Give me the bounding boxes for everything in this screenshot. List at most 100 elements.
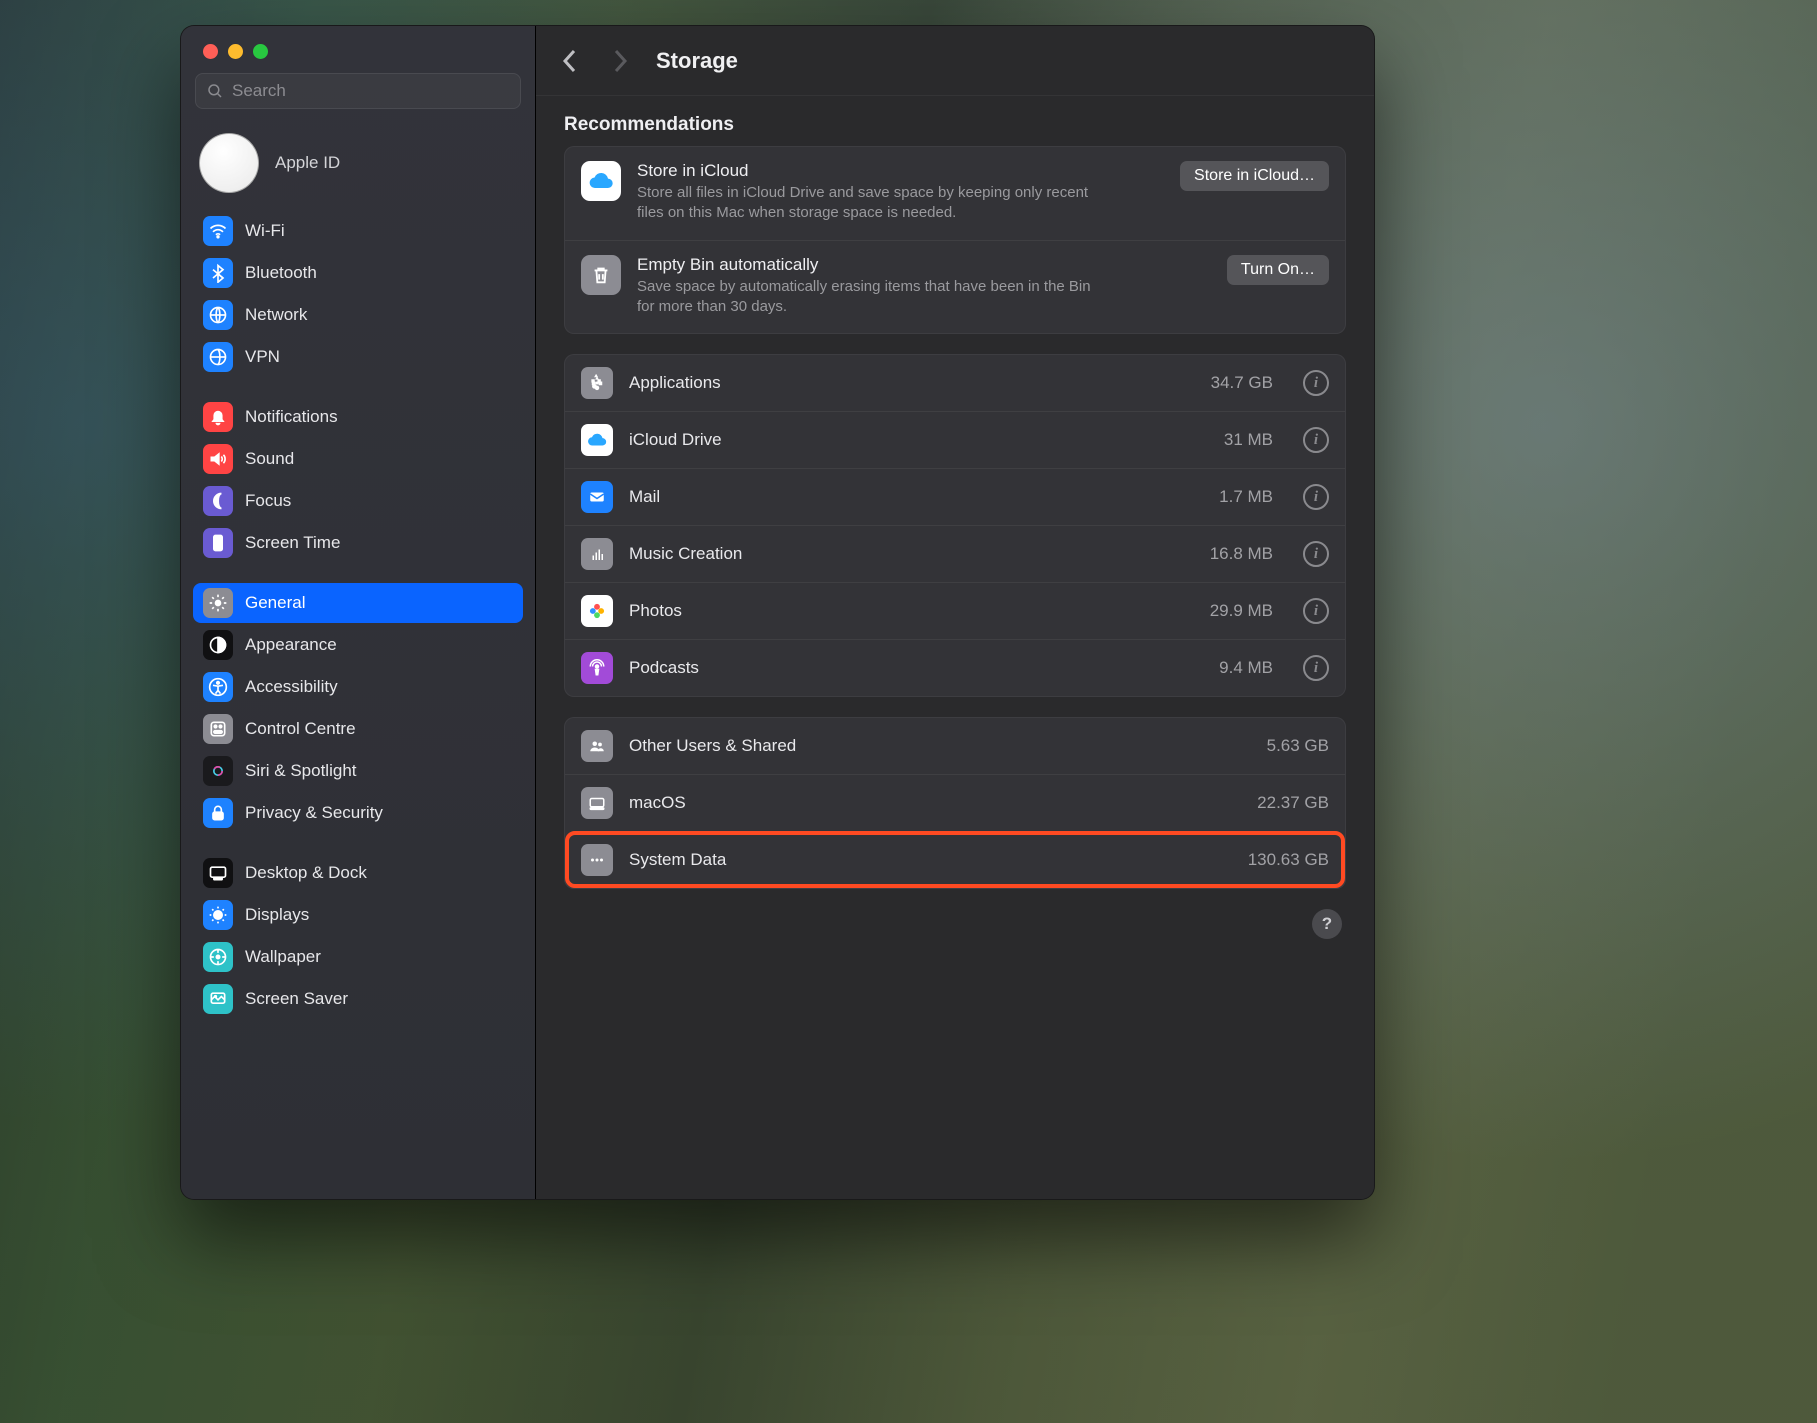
- search-field[interactable]: [195, 73, 521, 109]
- storage-label: iCloud Drive: [629, 430, 722, 450]
- storage-size: 130.63 GB: [1248, 850, 1329, 870]
- avatar: [199, 133, 259, 193]
- screentime-icon: [203, 528, 233, 558]
- sidebar-item-vpn[interactable]: VPN: [193, 337, 523, 377]
- recommendation-action-button[interactable]: Turn On…: [1227, 255, 1329, 285]
- users-icon: [581, 730, 613, 762]
- sidebar-item-focus[interactable]: Focus: [193, 481, 523, 521]
- sidebar-item-network[interactable]: Network: [193, 295, 523, 335]
- wallpaper-icon: [203, 942, 233, 972]
- apple-id-account[interactable]: Apple ID: [181, 119, 535, 211]
- storage-label: Podcasts: [629, 658, 699, 678]
- storage-size: 31 MB: [1224, 430, 1273, 450]
- apps-icon: [581, 367, 613, 399]
- storage-row-users: Other Users & Shared 5.63 GB: [565, 718, 1345, 774]
- bin-icon: [581, 255, 621, 295]
- storage-row-iclouddrive[interactable]: iCloud Drive 31 MB i: [565, 411, 1345, 468]
- sidebar-item-appearance[interactable]: Appearance: [193, 625, 523, 665]
- storage-row-podcasts[interactable]: Podcasts 9.4 MB i: [565, 639, 1345, 696]
- sidebar-item-label: Privacy & Security: [245, 803, 383, 823]
- system-settings-window: Apple ID Wi-Fi Bluetooth Network VPN Notific…: [180, 25, 1375, 1200]
- info-icon[interactable]: i: [1303, 541, 1329, 567]
- storage-size: 22.37 GB: [1257, 793, 1329, 813]
- sidebar-item-accessibility[interactable]: Accessibility: [193, 667, 523, 707]
- control-centre-icon: [203, 714, 233, 744]
- search-input[interactable]: [232, 81, 510, 101]
- nav-back-button[interactable]: [556, 47, 584, 75]
- info-icon[interactable]: i: [1303, 484, 1329, 510]
- content: Recommendations Store in iCloudStore all…: [536, 96, 1374, 959]
- storage-label: Other Users & Shared: [629, 736, 796, 756]
- iclouddrive-icon: [581, 424, 613, 456]
- sidebar-item-siri[interactable]: Siri & Spotlight: [193, 751, 523, 791]
- info-icon[interactable]: i: [1303, 427, 1329, 453]
- sidebar-item-label: Screen Saver: [245, 989, 348, 1009]
- sidebar-item-screentime[interactable]: Screen Time: [193, 523, 523, 563]
- storage-row-mail[interactable]: Mail1.7 MBi: [565, 468, 1345, 525]
- sidebar-item-wifi[interactable]: Wi-Fi: [193, 211, 523, 251]
- icloud-icon: [581, 161, 621, 201]
- storage-label: macOS: [629, 793, 686, 813]
- main-pane: Storage Recommendations Store in iCloudS…: [536, 26, 1374, 1199]
- close-window-button[interactable]: [203, 44, 218, 59]
- info-icon[interactable]: i: [1303, 655, 1329, 681]
- recommendation-desc: Save space by automatically erasing item…: [637, 277, 1107, 318]
- recommendation-icloud: Store in iCloudStore all files in iCloud…: [565, 147, 1345, 240]
- desktop-dock-icon: [203, 858, 233, 888]
- sidebar-item-label: Control Centre: [245, 719, 356, 739]
- help-button[interactable]: ?: [1312, 909, 1342, 939]
- info-icon[interactable]: i: [1303, 598, 1329, 624]
- sidebar-item-label: Wi-Fi: [245, 221, 285, 241]
- recommendation-desc: Store all files in iCloud Drive and save…: [637, 183, 1107, 224]
- storage-row-music[interactable]: Music Creation16.8 MBi: [565, 525, 1345, 582]
- displays-icon: [203, 900, 233, 930]
- recommendation-title: Empty Bin automatically: [637, 255, 1107, 275]
- sidebar-item-privacy[interactable]: Privacy & Security: [193, 793, 523, 833]
- sidebar-item-label: General: [245, 593, 305, 613]
- recommendation-bin: Empty Bin automaticallySave space by aut…: [565, 240, 1345, 334]
- fullscreen-window-button[interactable]: [253, 44, 268, 59]
- sidebar-item-notifications[interactable]: Notifications: [193, 397, 523, 437]
- sidebar-item-control-centre[interactable]: Control Centre: [193, 709, 523, 749]
- storage-size: 5.63 GB: [1267, 736, 1329, 756]
- sidebar-item-displays[interactable]: Displays: [193, 895, 523, 935]
- info-icon[interactable]: i: [1303, 370, 1329, 396]
- sidebar-item-wallpaper[interactable]: Wallpaper: [193, 937, 523, 977]
- sidebar-item-sound[interactable]: Sound: [193, 439, 523, 479]
- recommendations-title: Recommendations: [564, 114, 1346, 136]
- storage-row-apps[interactable]: Applications34.7 GBi: [565, 355, 1345, 411]
- sidebar-item-desktop-dock[interactable]: Desktop & Dock: [193, 853, 523, 893]
- sidebar-item-screensaver[interactable]: Screen Saver: [193, 979, 523, 1019]
- storage-row-systemdata: System Data130.63 GB: [565, 831, 1345, 888]
- accessibility-icon: [203, 672, 233, 702]
- nav-forward-button[interactable]: [606, 47, 634, 75]
- sidebar: Apple ID Wi-Fi Bluetooth Network VPN Notific…: [181, 26, 536, 1199]
- sidebar-item-label: Appearance: [245, 635, 337, 655]
- account-label: Apple ID: [275, 153, 340, 173]
- sidebar-item-label: Desktop & Dock: [245, 863, 367, 883]
- storage-label: Music Creation: [629, 544, 742, 564]
- sidebar-item-label: Siri & Spotlight: [245, 761, 357, 781]
- storage-size: 1.7 MB: [1219, 487, 1273, 507]
- siri-icon: [203, 756, 233, 786]
- music-icon: [581, 538, 613, 570]
- sidebar-item-general[interactable]: General: [193, 583, 523, 623]
- storage-size: 9.4 MB: [1219, 658, 1273, 678]
- sidebar-item-label: Bluetooth: [245, 263, 317, 283]
- sidebar-list: Wi-Fi Bluetooth Network VPN Notifications Sou…: [181, 211, 535, 1019]
- sidebar-item-label: Network: [245, 305, 307, 325]
- minimize-window-button[interactable]: [228, 44, 243, 59]
- sidebar-item-label: Notifications: [245, 407, 338, 427]
- sidebar-item-label: Wallpaper: [245, 947, 321, 967]
- sidebar-item-label: Displays: [245, 905, 309, 925]
- sidebar-item-bluetooth[interactable]: Bluetooth: [193, 253, 523, 293]
- storage-size: 29.9 MB: [1210, 601, 1273, 621]
- photos-icon: [581, 595, 613, 627]
- vpn-icon: [203, 342, 233, 372]
- general-icon: [203, 588, 233, 618]
- sidebar-item-label: Focus: [245, 491, 291, 511]
- recommendation-action-button[interactable]: Store in iCloud…: [1180, 161, 1329, 191]
- macos-icon: [581, 787, 613, 819]
- privacy-icon: [203, 798, 233, 828]
- storage-row-photos[interactable]: Photos29.9 MBi: [565, 582, 1345, 639]
